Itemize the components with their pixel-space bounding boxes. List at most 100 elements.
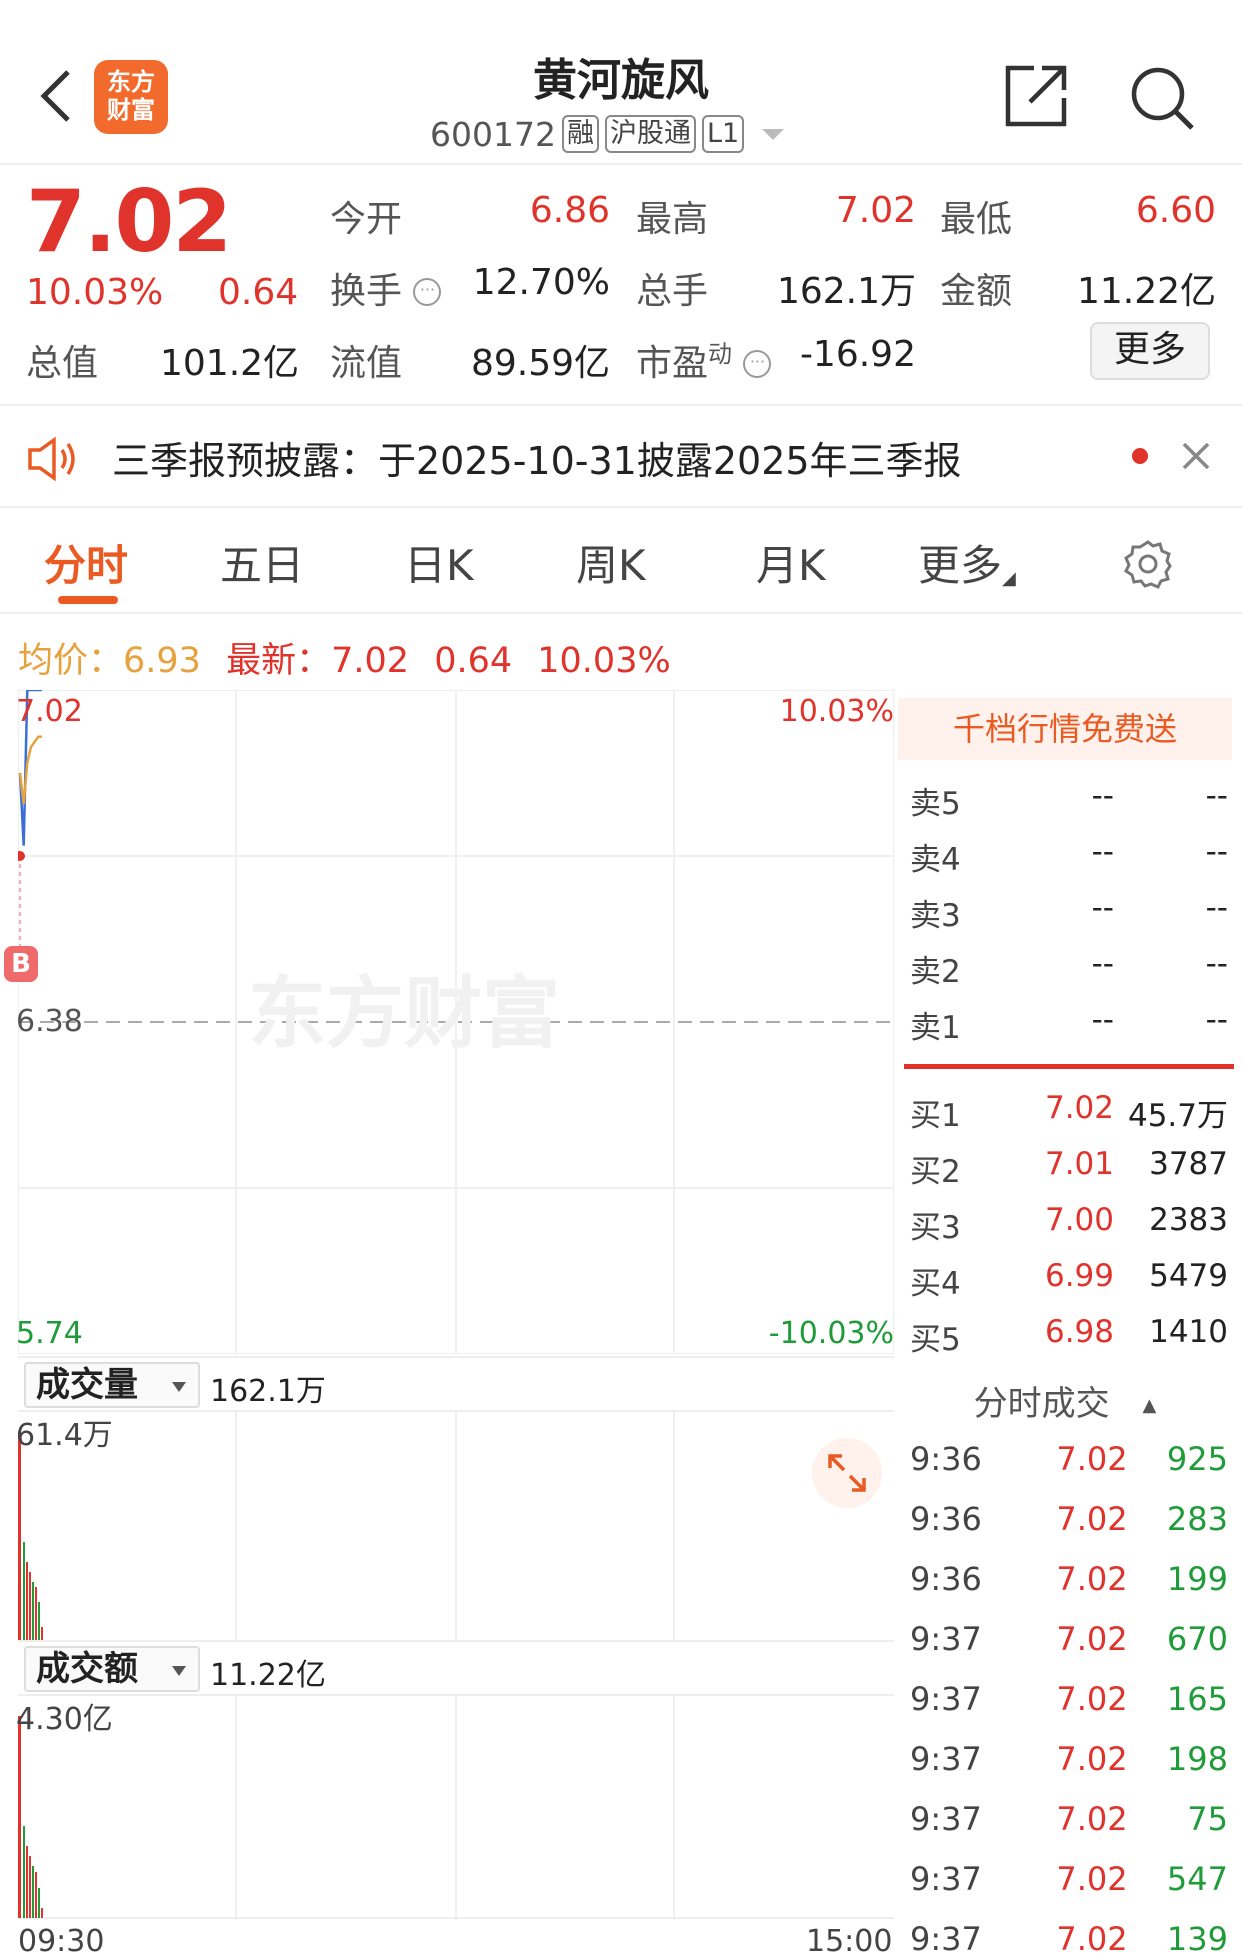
bid-row: 买5 6.98 1410 bbox=[910, 1306, 1228, 1362]
unread-dot bbox=[1132, 448, 1148, 464]
amount-total: 11.22亿 bbox=[210, 1658, 326, 1693]
ask-price: -- bbox=[1091, 778, 1114, 814]
bid-price: 7.00 bbox=[1044, 1202, 1114, 1238]
trade-row: 9:37 7.02 198 bbox=[910, 1732, 1228, 1792]
tick-trades-header[interactable]: 分时成交 ▲ bbox=[898, 1376, 1232, 1425]
more-quote-button[interactable]: 更多 bbox=[1090, 322, 1210, 380]
trade-volume: 283 bbox=[1166, 1500, 1228, 1538]
trade-price: 7.02 bbox=[1056, 1800, 1128, 1838]
ask-label: 卖5 bbox=[910, 786, 961, 822]
turnover-value: 12.70% bbox=[472, 262, 610, 303]
pct-axis-top: 10.03% bbox=[779, 694, 894, 729]
trade-time: 9:36 bbox=[910, 1560, 982, 1598]
amount-label: 金额 bbox=[940, 271, 1013, 312]
dropdown-caret-icon[interactable] bbox=[762, 128, 785, 140]
ask-price: -- bbox=[1091, 1002, 1114, 1038]
stock-code: 600172 bbox=[430, 114, 556, 154]
settings-gear-icon[interactable] bbox=[1122, 538, 1174, 590]
bid-label: 买1 bbox=[910, 1098, 961, 1134]
ask-label: 卖4 bbox=[910, 842, 961, 878]
trade-price: 7.02 bbox=[1056, 1440, 1128, 1478]
bid-row: 买1 7.02 45.7万 bbox=[910, 1082, 1228, 1138]
ask-row: 卖2 -- -- bbox=[910, 938, 1228, 994]
expand-button[interactable] bbox=[812, 1438, 882, 1508]
trade-volume: 925 bbox=[1166, 1440, 1228, 1478]
ask-row: 卖4 -- -- bbox=[910, 826, 1228, 882]
notice-bar[interactable]: 三季报预披露：于2025-10-31披露2025年三季报 bbox=[0, 404, 1242, 508]
trade-volume: 139 bbox=[1166, 1920, 1228, 1956]
trade-price: 7.02 bbox=[1056, 1680, 1128, 1718]
watermark: 东方财富 bbox=[248, 969, 560, 1059]
amount-selector[interactable]: 成交额 bbox=[24, 1646, 200, 1692]
bid-volume: 3787 bbox=[1149, 1146, 1228, 1182]
ask-price: -- bbox=[1091, 834, 1114, 870]
trade-time: 9:37 bbox=[910, 1800, 982, 1838]
pe-value: -16.92 bbox=[799, 334, 916, 375]
trade-price: 7.02 bbox=[1056, 1500, 1128, 1538]
ask-volume: -- bbox=[1205, 1002, 1228, 1038]
float-cap-value: 89.59亿 bbox=[470, 343, 610, 384]
volume-header[interactable]: 成交量 162.1万 bbox=[18, 1356, 894, 1412]
volume-max-label: 61.4万 bbox=[16, 1418, 113, 1453]
trade-time: 9:36 bbox=[910, 1500, 982, 1538]
price-summary-row: 均价：6.93 最新：7.02 0.64 10.03% bbox=[18, 632, 671, 683]
low-value: 6.60 bbox=[1135, 190, 1216, 231]
free-depth-promo[interactable]: 千档行情免费送 bbox=[898, 698, 1232, 760]
close-icon[interactable] bbox=[1176, 436, 1216, 476]
current-price: 7.02 bbox=[26, 172, 232, 272]
amount-max-label: 4.30亿 bbox=[16, 1702, 113, 1737]
volume-selector[interactable]: 成交量 bbox=[24, 1362, 200, 1408]
collapse-up-icon[interactable]: ▲ bbox=[1142, 1395, 1156, 1416]
volume-label: 总手 bbox=[636, 271, 709, 312]
bid-label: 买3 bbox=[910, 1210, 961, 1246]
turnover-label[interactable]: 换手 ··· bbox=[330, 262, 442, 314]
trade-volume: 165 bbox=[1166, 1680, 1228, 1718]
share-icon[interactable] bbox=[1000, 60, 1072, 132]
intraday-chart[interactable]: 东方财富 7.02 6.38 5.74 10.03% -10.03% B bbox=[4, 690, 894, 1354]
tab-intraday[interactable]: 分时 bbox=[44, 532, 128, 593]
trade-volume: 670 bbox=[1166, 1620, 1228, 1658]
search-icon[interactable] bbox=[1126, 62, 1198, 134]
tab-monthly-k[interactable]: 月K bbox=[756, 532, 826, 593]
amount-header[interactable]: 成交额 11.22亿 bbox=[18, 1640, 894, 1696]
avg-price-value: 6.93 bbox=[123, 641, 201, 681]
ask-row: 卖3 -- -- bbox=[910, 882, 1228, 938]
more-info-icon[interactable]: ··· bbox=[413, 278, 442, 306]
bid-volume: 1410 bbox=[1149, 1314, 1228, 1350]
volume-value: 162.1万 bbox=[776, 271, 916, 312]
trade-row: 9:37 7.02 165 bbox=[910, 1672, 1228, 1732]
ask-row: 卖1 -- -- bbox=[910, 994, 1228, 1050]
pe-label[interactable]: 市盈动 ··· bbox=[636, 334, 772, 386]
ask-row: 卖5 -- -- bbox=[910, 770, 1228, 826]
trade-time: 9:37 bbox=[910, 1920, 982, 1956]
high-label: 最高 bbox=[636, 199, 709, 240]
more-info-icon[interactable]: ··· bbox=[743, 350, 772, 378]
corner-triangle-icon: ◢ bbox=[1002, 568, 1016, 589]
dropdown-triangle-icon bbox=[172, 1666, 186, 1676]
bid-row: 买3 7.00 2383 bbox=[910, 1194, 1228, 1250]
bid-price: 6.98 bbox=[1044, 1314, 1114, 1350]
tab-weekly-k[interactable]: 周K bbox=[576, 532, 646, 593]
orderbook-divider bbox=[904, 1064, 1234, 1069]
tab-more[interactable]: 更多◢ bbox=[918, 532, 1016, 593]
buy-marker[interactable]: B bbox=[4, 946, 38, 982]
ask-label: 卖1 bbox=[910, 1010, 961, 1046]
latest-change: 0.64 bbox=[434, 641, 513, 681]
stock-subtitle[interactable]: 600172 融 沪股通 L1 bbox=[430, 112, 785, 156]
change-percent: 10.03% bbox=[26, 272, 164, 313]
trade-row: 9:36 7.02 283 bbox=[910, 1492, 1228, 1552]
tab-daily-k[interactable]: 日K bbox=[404, 532, 474, 593]
ask-volume: -- bbox=[1205, 834, 1228, 870]
trade-price: 7.02 bbox=[1056, 1560, 1128, 1598]
trade-time: 9:37 bbox=[910, 1740, 982, 1778]
ask-label: 卖2 bbox=[910, 954, 961, 990]
tab-five-day[interactable]: 五日 bbox=[220, 532, 304, 593]
market-cap-label: 总值 bbox=[26, 343, 99, 384]
trade-time: 9:37 bbox=[910, 1860, 982, 1898]
avg-price-line bbox=[18, 735, 42, 805]
ask-price: -- bbox=[1091, 946, 1114, 982]
volume-selector-label: 成交量 bbox=[36, 1365, 138, 1405]
trade-time: 9:37 bbox=[910, 1620, 982, 1658]
trade-row: 9:37 7.02 547 bbox=[910, 1852, 1228, 1912]
high-value: 7.02 bbox=[835, 190, 916, 231]
